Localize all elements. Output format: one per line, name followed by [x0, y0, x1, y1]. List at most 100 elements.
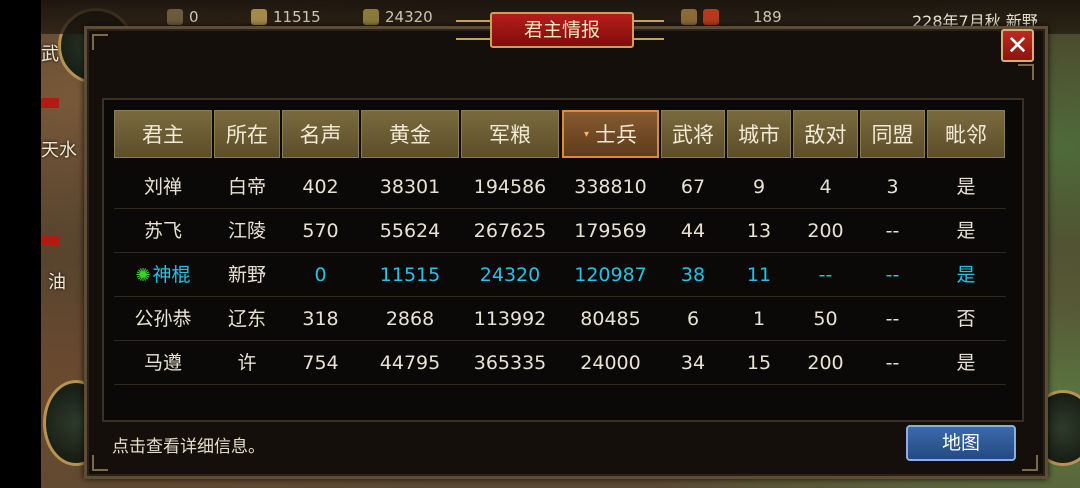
cell-text: 55624	[379, 220, 441, 242]
map-city-marker[interactable]	[41, 98, 59, 108]
cell-col-lord: ✺ 神棍	[114, 253, 212, 297]
cell-text: 13	[746, 220, 772, 242]
header-label: 君主	[142, 123, 184, 147]
header-label: 敌对	[804, 123, 847, 147]
cell-text: 9	[752, 176, 766, 198]
cell-col-cities: 11	[727, 253, 791, 297]
cell-col-alliance: --	[860, 341, 925, 385]
header-col-soldiers[interactable]: ▾ 士兵	[562, 110, 659, 158]
cell-col-soldiers: 80485	[562, 297, 659, 341]
header-col-lord[interactable]: 君主	[114, 110, 212, 158]
cell-text: 80485	[580, 308, 641, 330]
cell-text: 是	[956, 220, 976, 242]
header-label: 武将	[672, 123, 714, 147]
frame-corner	[92, 455, 108, 471]
resource-item: 189	[681, 8, 782, 26]
cell-text: 318	[302, 308, 339, 330]
cell-text: 50	[813, 308, 838, 330]
cell-text: 新野	[227, 264, 266, 286]
cell-col-location: 新野	[214, 253, 280, 297]
cell-col-location: 江陵	[214, 209, 280, 253]
cell-text: 1	[752, 308, 766, 330]
header-col-fame[interactable]: 名声	[282, 110, 359, 158]
token-icon	[703, 9, 719, 25]
cell-text: 是	[956, 352, 976, 374]
header-col-cities[interactable]: 城市	[727, 110, 791, 158]
resource-value: 11515	[273, 8, 321, 26]
cell-text: 4	[819, 176, 832, 198]
title-ornament-left	[456, 20, 494, 40]
cell-text: 44795	[379, 352, 441, 374]
header-label: 同盟	[871, 123, 914, 147]
resource-value: 0	[189, 8, 199, 26]
cell-text: 11515	[379, 264, 441, 286]
cell-col-gold: 2868	[361, 297, 459, 341]
cell-text: 402	[302, 176, 339, 198]
frame-corner	[92, 34, 108, 50]
resource-icon	[167, 9, 183, 25]
cell-col-alliance: --	[860, 209, 925, 253]
cell-text: 24000	[580, 352, 641, 374]
game-screen: 武 天水 油 0 11515 24320 189 228年7月秋 新野 君主情报…	[0, 0, 1080, 488]
map-city-marker[interactable]	[41, 236, 59, 246]
header-col-adjacent[interactable]: 毗邻	[927, 110, 1005, 158]
left-black-bar	[0, 0, 41, 488]
close-button[interactable]: ✕	[1001, 29, 1034, 62]
cell-col-generals: 6	[661, 297, 725, 341]
cell-text: 0	[314, 264, 327, 286]
header-col-location[interactable]: 所在	[214, 110, 280, 158]
cell-col-adjacent: 是	[927, 165, 1005, 209]
cell-col-hostile: 200	[793, 341, 858, 385]
header-col-grain[interactable]: 军粮	[461, 110, 559, 158]
map-label-you: 油	[48, 272, 66, 293]
cell-col-generals: 67	[661, 165, 725, 209]
frame-corner	[1018, 64, 1034, 80]
cell-col-cities: 15	[727, 341, 791, 385]
cell-text: 辽东	[227, 308, 266, 330]
cell-col-adjacent: 否	[927, 297, 1005, 341]
map-label-wu: 武	[41, 44, 59, 65]
sun-icon: ✺	[135, 265, 151, 286]
sort-indicator-icon: ▾	[583, 128, 590, 140]
cell-col-adjacent: 是	[927, 209, 1005, 253]
cell-text: 113992	[473, 308, 547, 330]
frame-corner	[1022, 455, 1038, 471]
cell-text: 3	[886, 176, 899, 198]
map-button[interactable]: 地图	[906, 425, 1016, 461]
cell-col-location: 辽东	[214, 297, 280, 341]
header-col-gold[interactable]: 黄金	[361, 110, 459, 158]
cell-text: 6	[686, 308, 700, 330]
cell-col-soldiers: 338810	[562, 165, 659, 209]
cell-col-soldiers: 120987	[562, 253, 659, 297]
cell-text: 苏飞	[143, 220, 182, 242]
cell-col-location: 白帝	[214, 165, 280, 209]
cell-col-generals: 38	[661, 253, 725, 297]
cell-col-gold: 11515	[361, 253, 459, 297]
cell-text: 200	[807, 220, 844, 242]
cell-col-hostile: 50	[793, 297, 858, 341]
chest-icon	[681, 9, 697, 25]
cell-text: 67	[680, 176, 706, 198]
cell-text: 否	[956, 308, 976, 330]
hint-text: 点击查看详细信息。	[112, 437, 265, 457]
cell-text: 267625	[473, 220, 547, 242]
header-col-generals[interactable]: 武将	[661, 110, 725, 158]
grain-icon	[363, 9, 379, 25]
cell-col-grain: 194586	[461, 165, 559, 209]
cell-text: 2868	[385, 308, 435, 330]
cell-col-lord: 马遵	[114, 341, 212, 385]
cell-text: 24320	[479, 264, 541, 286]
resource-value: 24320	[385, 8, 433, 26]
header-col-alliance[interactable]: 同盟	[860, 110, 925, 158]
resource-value: 189	[753, 8, 782, 26]
row-divider	[114, 384, 1006, 385]
cell-col-location: 许	[214, 341, 280, 385]
header-label: 毗邻	[945, 123, 987, 147]
cell-col-gold: 44795	[361, 341, 459, 385]
header-col-hostile[interactable]: 敌对	[793, 110, 858, 158]
cell-text: 179569	[574, 220, 647, 242]
cell-col-generals: 44	[661, 209, 725, 253]
cell-col-fame: 570	[282, 209, 359, 253]
cell-text: 570	[302, 220, 339, 242]
cell-text: 754	[302, 352, 339, 374]
